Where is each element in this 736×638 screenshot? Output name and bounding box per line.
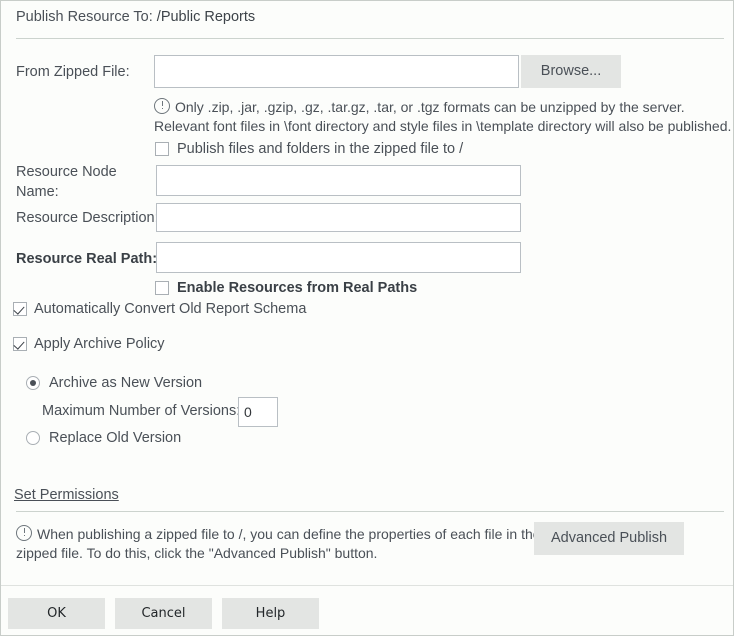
archive-as-new-version-label: Archive as New Version [49, 375, 203, 391]
from-zipped-file-input[interactable] [154, 55, 519, 88]
max-versions-input[interactable] [238, 397, 278, 427]
info-circle-icon [154, 98, 170, 114]
apply-archive-policy-checkbox[interactable] [13, 337, 27, 351]
zip-format-note-line2: Relevant font files in \font directory a… [154, 118, 732, 134]
publish-to-root-checkbox[interactable] [155, 142, 169, 156]
advanced-publish-note-line2: zipped file. To do this, click the "Adva… [16, 545, 378, 561]
advanced-publish-button[interactable]: Advanced Publish [534, 522, 684, 555]
resource-node-name-label-line1: Resource Node [16, 164, 117, 180]
from-zipped-file-label: From Zipped File: [16, 64, 130, 80]
resource-node-name-input[interactable] [156, 165, 521, 196]
zip-format-note: Only .zip, .jar, .gzip, .gz, .tar.gz, .t… [154, 98, 732, 136]
page-title-prefix: Publish Resource To: [16, 9, 153, 25]
enable-real-paths-checkbox[interactable] [155, 281, 169, 295]
info-circle-icon [16, 525, 32, 541]
footer-divider [1, 585, 733, 586]
apply-archive-policy-label: Apply Archive Policy [34, 336, 165, 352]
ok-button[interactable]: OK [8, 598, 105, 629]
replace-old-version-radio[interactable] [26, 431, 40, 445]
max-versions-label: Maximum Number of Versions: [42, 403, 241, 419]
page-title: Publish Resource To: /Public Reports [16, 9, 255, 25]
resource-real-path-input[interactable] [156, 242, 521, 273]
resource-description-input[interactable] [156, 203, 521, 232]
publish-to-root-label: Publish files and folders in the zipped … [177, 141, 464, 157]
advanced-publish-note-line1: When publishing a zipped file to /, you … [16, 525, 541, 544]
resource-description-label: Resource Description: [16, 210, 159, 226]
resource-real-path-label: Resource Real Path: [16, 251, 158, 267]
title-divider [16, 38, 724, 39]
archive-as-new-version-radio[interactable] [26, 376, 40, 390]
help-button[interactable]: Help [222, 598, 319, 629]
page-title-path: /Public Reports [156, 9, 256, 25]
permissions-divider [16, 511, 724, 512]
browse-button[interactable]: Browse... [521, 55, 621, 88]
zip-format-note-line1: Only .zip, .jar, .gzip, .gz, .tar.gz, .t… [154, 98, 729, 117]
advanced-publish-note: When publishing a zipped file to /, you … [16, 525, 541, 563]
set-permissions-link[interactable]: Set Permissions [14, 487, 119, 503]
auto-convert-checkbox[interactable] [13, 302, 27, 316]
enable-real-paths-label: Enable Resources from Real Paths [177, 280, 418, 296]
cancel-button[interactable]: Cancel [115, 598, 212, 629]
resource-node-name-label-line2: Name: [16, 184, 59, 200]
auto-convert-label: Automatically Convert Old Report Schema [34, 301, 307, 317]
replace-old-version-label: Replace Old Version [49, 430, 182, 446]
publish-resource-dialog: Publish Resource To: /Public Reports Fro… [0, 0, 734, 636]
